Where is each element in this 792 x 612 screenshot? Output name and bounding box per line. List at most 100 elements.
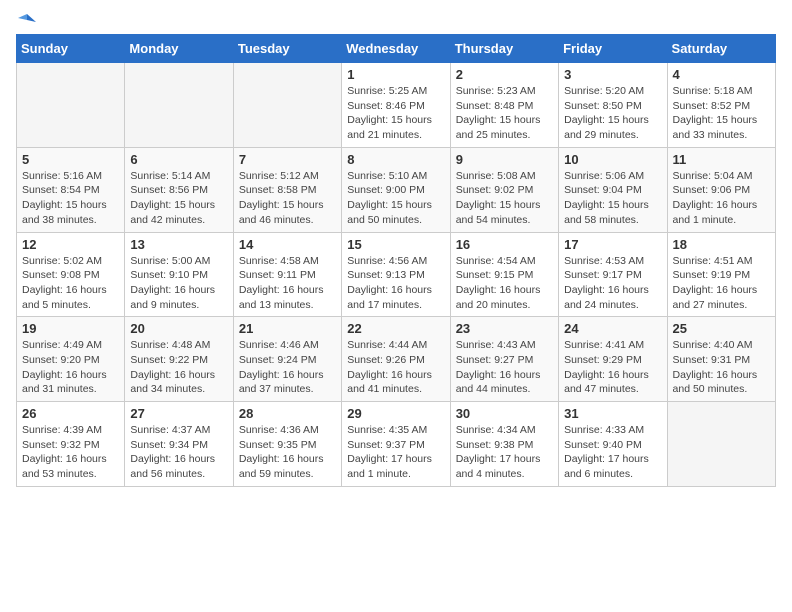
weekday-header-thursday: Thursday (450, 35, 558, 63)
week-row-2: 5Sunrise: 5:16 AMSunset: 8:54 PMDaylight… (17, 147, 776, 232)
day-cell: 21 Sunrise: 4:46 AMSunset: 9:24 PMDayligh… (233, 317, 341, 402)
logo (16, 16, 36, 24)
day-info: Sunrise: 4:37 AMSunset: 9:34 PMDaylight:… (130, 423, 227, 482)
day-info: Sunrise: 4:41 AMSunset: 9:29 PMDaylight:… (564, 338, 661, 397)
day-info: Sunrise: 4:58 AMSunset: 9:11 PMDaylight:… (239, 254, 336, 313)
day-number: 18 (673, 237, 770, 252)
weekday-header-wednesday: Wednesday (342, 35, 450, 63)
day-cell: 24 Sunrise: 4:41 AMSunset: 9:29 PMDayligh… (559, 317, 667, 402)
calendar-table: SundayMondayTuesdayWednesdayThursdayFrid… (16, 34, 776, 487)
day-number: 8 (347, 152, 444, 167)
day-info: Sunrise: 5:14 AMSunset: 8:56 PMDaylight:… (130, 169, 227, 228)
day-number: 19 (22, 321, 119, 336)
day-number: 10 (564, 152, 661, 167)
day-cell: 3Sunrise: 5:20 AMSunset: 8:50 PMDaylight… (559, 63, 667, 148)
day-cell: 17Sunrise: 4:53 AMSunset: 9:17 PMDayligh… (559, 232, 667, 317)
day-number: 21 (239, 321, 336, 336)
day-cell (125, 63, 233, 148)
day-number: 14 (239, 237, 336, 252)
day-info: Sunrise: 5:04 AMSunset: 9:06 PMDaylight:… (673, 169, 770, 228)
week-row-4: 19 Sunrise: 4:49 AMSunset: 9:20 PMDayligh… (17, 317, 776, 402)
day-number: 29 (347, 406, 444, 421)
day-cell: 29 Sunrise: 4:35 AMSunset: 9:37 PMDayligh… (342, 402, 450, 487)
day-number: 3 (564, 67, 661, 82)
day-number: 7 (239, 152, 336, 167)
day-number: 27 (130, 406, 227, 421)
day-info: Sunrise: 5:18 AMSunset: 8:52 PMDaylight:… (673, 84, 770, 143)
day-info: Sunrise: 5:10 AMSunset: 9:00 PMDaylight:… (347, 169, 444, 228)
day-cell: 2 Sunrise: 5:23 AMSunset: 8:48 PMDaylight… (450, 63, 558, 148)
day-info: Sunrise: 4:46 AMSunset: 9:24 PMDaylight:… (239, 338, 336, 397)
day-info: Sunrise: 4:43 AMSunset: 9:27 PMDaylight:… (456, 338, 553, 397)
logo-bird-icon (18, 12, 36, 30)
day-number: 22 (347, 321, 444, 336)
day-info: Sunrise: 5:06 AMSunset: 9:04 PMDaylight:… (564, 169, 661, 228)
week-row-5: 26 Sunrise: 4:39 AMSunset: 9:32 PMDayligh… (17, 402, 776, 487)
day-cell: 18 Sunrise: 4:51 AMSunset: 9:19 PMDayligh… (667, 232, 775, 317)
day-info: Sunrise: 4:39 AMSunset: 9:32 PMDaylight:… (22, 423, 119, 482)
day-cell (233, 63, 341, 148)
day-number: 26 (22, 406, 119, 421)
weekday-header-sunday: Sunday (17, 35, 125, 63)
day-number: 9 (456, 152, 553, 167)
day-info: Sunrise: 5:23 AMSunset: 8:48 PMDaylight:… (456, 84, 553, 143)
day-cell: 16 Sunrise: 4:54 AMSunset: 9:15 PMDayligh… (450, 232, 558, 317)
day-info: Sunrise: 4:54 AMSunset: 9:15 PMDaylight:… (456, 254, 553, 313)
day-info: Sunrise: 4:34 AMSunset: 9:38 PMDaylight:… (456, 423, 553, 482)
day-info: Sunrise: 4:33 AMSunset: 9:40 PMDaylight:… (564, 423, 661, 482)
day-number: 11 (673, 152, 770, 167)
day-number: 24 (564, 321, 661, 336)
day-cell: 30 Sunrise: 4:34 AMSunset: 9:38 PMDayligh… (450, 402, 558, 487)
day-info: Sunrise: 4:56 AMSunset: 9:13 PMDaylight:… (347, 254, 444, 313)
day-cell: 8 Sunrise: 5:10 AMSunset: 9:00 PMDaylight… (342, 147, 450, 232)
day-info: Sunrise: 4:53 AMSunset: 9:17 PMDaylight:… (564, 254, 661, 313)
header (16, 16, 776, 24)
week-row-1: 1 Sunrise: 5:25 AMSunset: 8:46 PMDaylight… (17, 63, 776, 148)
day-cell: 31Sunrise: 4:33 AMSunset: 9:40 PMDayligh… (559, 402, 667, 487)
day-info: Sunrise: 5:16 AMSunset: 8:54 PMDaylight:… (22, 169, 119, 228)
day-number: 4 (673, 67, 770, 82)
day-cell: 26 Sunrise: 4:39 AMSunset: 9:32 PMDayligh… (17, 402, 125, 487)
day-number: 25 (673, 321, 770, 336)
day-cell: 19 Sunrise: 4:49 AMSunset: 9:20 PMDayligh… (17, 317, 125, 402)
weekday-header-friday: Friday (559, 35, 667, 63)
day-number: 12 (22, 237, 119, 252)
day-cell: 22 Sunrise: 4:44 AMSunset: 9:26 PMDayligh… (342, 317, 450, 402)
day-info: Sunrise: 5:12 AMSunset: 8:58 PMDaylight:… (239, 169, 336, 228)
day-number: 15 (347, 237, 444, 252)
day-cell: 15 Sunrise: 4:56 AMSunset: 9:13 PMDayligh… (342, 232, 450, 317)
weekday-header-saturday: Saturday (667, 35, 775, 63)
day-number: 23 (456, 321, 553, 336)
day-cell: 27 Sunrise: 4:37 AMSunset: 9:34 PMDayligh… (125, 402, 233, 487)
day-cell: 25Sunrise: 4:40 AMSunset: 9:31 PMDayligh… (667, 317, 775, 402)
day-info: Sunrise: 4:36 AMSunset: 9:35 PMDaylight:… (239, 423, 336, 482)
day-cell (17, 63, 125, 148)
day-cell: 1 Sunrise: 5:25 AMSunset: 8:46 PMDaylight… (342, 63, 450, 148)
day-number: 30 (456, 406, 553, 421)
day-cell: 6 Sunrise: 5:14 AMSunset: 8:56 PMDaylight… (125, 147, 233, 232)
day-number: 2 (456, 67, 553, 82)
day-number: 28 (239, 406, 336, 421)
day-info: Sunrise: 4:35 AMSunset: 9:37 PMDaylight:… (347, 423, 444, 482)
day-cell: 9 Sunrise: 5:08 AMSunset: 9:02 PMDaylight… (450, 147, 558, 232)
day-cell: 12Sunrise: 5:02 AMSunset: 9:08 PMDayligh… (17, 232, 125, 317)
day-info: Sunrise: 5:08 AMSunset: 9:02 PMDaylight:… (456, 169, 553, 228)
day-number: 13 (130, 237, 227, 252)
day-info: Sunrise: 4:48 AMSunset: 9:22 PMDaylight:… (130, 338, 227, 397)
day-number: 16 (456, 237, 553, 252)
day-number: 6 (130, 152, 227, 167)
day-cell: 13 Sunrise: 5:00 AMSunset: 9:10 PMDayligh… (125, 232, 233, 317)
day-info: Sunrise: 4:51 AMSunset: 9:19 PMDaylight:… (673, 254, 770, 313)
day-info: Sunrise: 5:25 AMSunset: 8:46 PMDaylight:… (347, 84, 444, 143)
day-cell: 23 Sunrise: 4:43 AMSunset: 9:27 PMDayligh… (450, 317, 558, 402)
day-cell: 14 Sunrise: 4:58 AMSunset: 9:11 PMDayligh… (233, 232, 341, 317)
weekday-header-row: SundayMondayTuesdayWednesdayThursdayFrid… (17, 35, 776, 63)
week-row-3: 12Sunrise: 5:02 AMSunset: 9:08 PMDayligh… (17, 232, 776, 317)
day-info: Sunrise: 4:49 AMSunset: 9:20 PMDaylight:… (22, 338, 119, 397)
day-number: 1 (347, 67, 444, 82)
day-cell: 10 Sunrise: 5:06 AMSunset: 9:04 PMDayligh… (559, 147, 667, 232)
day-info: Sunrise: 4:44 AMSunset: 9:26 PMDaylight:… (347, 338, 444, 397)
weekday-header-monday: Monday (125, 35, 233, 63)
day-info: Sunrise: 5:00 AMSunset: 9:10 PMDaylight:… (130, 254, 227, 313)
day-cell: 4 Sunrise: 5:18 AMSunset: 8:52 PMDaylight… (667, 63, 775, 148)
